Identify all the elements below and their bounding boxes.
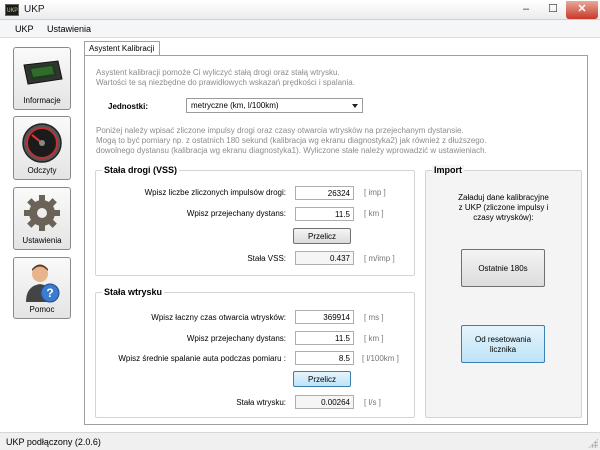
nav-label-ustawienia: Ustawienia [22,236,62,245]
vss-distance-input[interactable]: 11.5 [295,207,354,221]
since-reset-button[interactable]: Od resetowania licznika [461,325,545,363]
nav-button-ustawienia[interactable]: Ustawienia [13,187,71,250]
window-title: UKP [24,4,45,15]
resize-grip-icon[interactable] [588,438,598,448]
vss-impulses-input[interactable]: 26324 [295,186,354,200]
title-bar: UKP UKP – ☐ ✕ [0,0,600,20]
import-group-title: Import [432,165,464,175]
injection-time-label: Wpisz łaczny czas otwarcia wtrysków: [151,313,286,322]
intro-line-1: Asystent kalibracji pomoże Ci wyliczyć s… [96,68,340,77]
svg-text:?: ? [46,286,53,300]
status-text: UKP podłączony (2.0.6) [6,437,101,447]
help-person-icon: ? [26,264,60,303]
injection-time-unit: [ ms ] [364,313,384,322]
gear-icon [24,195,60,231]
maximize-button[interactable]: ☐ [540,1,566,19]
import-desc-line-1: Załaduj dane kalibracyjne [458,193,549,202]
last-180s-button[interactable]: Ostatnie 180s [461,249,545,287]
vss-group-title: Stała drogi (VSS) [102,165,180,175]
vss-result-value: 0.437 [295,251,354,265]
units-label: Jednostki: [108,102,149,111]
instructions-line-1: Poniżej należy wpisać zliczone impulsy d… [96,126,464,135]
injection-calculate-button[interactable]: Przelicz [293,371,351,387]
instructions-line-2: Mogą to być pomiary np. z ostatnich 180 … [96,136,487,145]
injection-result-value: 0.00264 [295,395,354,409]
menu-ukp[interactable]: UKP [15,24,34,34]
vss-distance-unit: [ km ] [364,209,384,218]
import-description: Załaduj dane kalibracyjne z UKP (zliczon… [425,193,582,223]
tab-asystent-kalibracji[interactable]: Asystent Kalibracji [84,41,160,56]
injection-distance-unit: [ km ] [364,334,384,343]
nav-label-odczyty: Odczyty [27,166,57,175]
injection-distance-input[interactable]: 11.5 [295,331,354,345]
vss-result-unit: [ m/imp ] [364,254,395,263]
import-desc-line-2: z UKP (zliczone impulsy i [458,203,549,212]
since-reset-line-2: licznika [489,345,517,354]
menu-ustawienia[interactable]: Ustawienia [47,24,91,34]
vss-calculate-button[interactable]: Przelicz [293,228,351,244]
injection-consumption-input[interactable]: 8.5 [295,351,354,365]
app-icon: UKP [5,4,19,16]
vss-impulses-label: Wpisz liczbe zliczonych impulsów drogi: [144,188,286,197]
device-icon [23,60,63,85]
injection-consumption-label: Wpisz średnie spalanie auta podczas pomi… [118,354,286,363]
status-bar: UKP podłączony (2.0.6) [0,432,600,450]
units-select-value: metryczne (km, l/100km) [191,101,279,110]
nav-label-informacje: Informacje [23,96,61,105]
injection-result-label: Stała wtrysku: [236,398,286,407]
injection-consumption-unit: [ l/100km ] [362,354,399,363]
chevron-down-icon [352,104,358,108]
nav-button-odczyty[interactable]: Odczyty [13,116,71,180]
instructions-line-3: dowolnego dystansu (kalibracja wg ekranu… [96,146,487,155]
vss-impulses-unit: [ imp ] [364,188,386,197]
intro-line-2: Wartości te są niezbędne do prawidłowych… [96,78,355,87]
nav-button-informacje[interactable]: Informacje [13,47,71,110]
vss-result-label: Stała VSS: [247,254,286,263]
vss-distance-label: Wpisz przejechany dystans: [186,209,286,218]
gauge-icon [22,123,62,163]
app-icon-text: UKP [7,7,18,14]
menu-bar: UKP Ustawienia [0,20,600,38]
minimize-button[interactable]: – [512,1,540,19]
units-select[interactable]: metryczne (km, l/100km) [186,98,363,113]
nav-button-pomoc[interactable]: ? Pomoc [13,257,71,319]
since-reset-line-1: Od resetowania [474,335,532,344]
injection-time-input[interactable]: 369914 [295,310,354,324]
close-button[interactable]: ✕ [566,1,598,19]
nav-label-pomoc: Pomoc [29,305,55,314]
import-desc-line-3: czasy wtrysków): [473,213,534,222]
injection-result-unit: [ l/s ] [364,398,381,407]
injection-distance-label: Wpisz przejechany dystans: [186,334,286,343]
injection-group-title: Stała wtrysku [102,287,165,297]
